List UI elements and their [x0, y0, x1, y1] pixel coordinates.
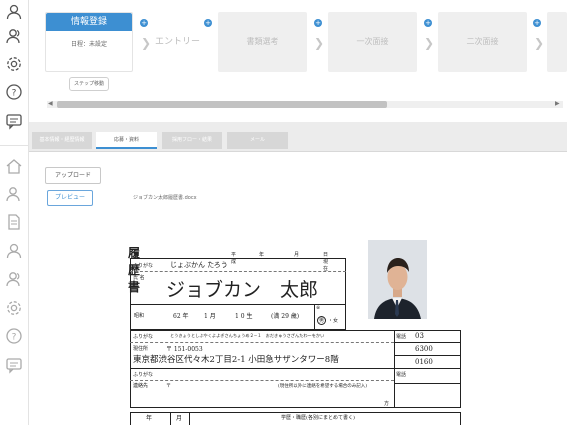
- history-year-header: 年: [146, 415, 153, 422]
- sex-label: ※: [316, 305, 321, 311]
- applicant-detail-screen: ? ? 情報登録 日程：未設定 + ❯ エントリー + 書類選考 + ❯ 一次面…: [0, 0, 567, 425]
- divider: [130, 342, 394, 343]
- history-header: 学歴・職歴(各別にまとめて書く): [281, 415, 355, 421]
- step-first-interview[interactable]: 一次面接: [328, 12, 417, 72]
- step-card-partial[interactable]: [547, 12, 567, 72]
- contact-suffix: 方: [384, 401, 390, 407]
- step-entry[interactable]: エントリー: [155, 12, 200, 72]
- gear-icon[interactable]: [5, 299, 23, 317]
- selection-stepper: 情報登録 日程：未設定 + ❯ エントリー + 書類選考 + ❯ 一次面接 + …: [29, 0, 567, 122]
- address-furigana-label: ふりがな: [133, 334, 154, 340]
- contact-note: (現住所以外に連絡を希望する場合のみ記入): [278, 384, 368, 389]
- chat-icon[interactable]: [5, 356, 23, 374]
- uploaded-file-name[interactable]: ジョブカン太郎履歴書.docx: [133, 194, 197, 201]
- help-icon[interactable]: ?: [5, 327, 23, 345]
- chat-icon[interactable]: [5, 112, 23, 130]
- step-card-info-registration[interactable]: 情報登録 日程：未設定: [45, 12, 133, 72]
- birth-day: 1 0 生: [235, 313, 253, 320]
- tab-mail[interactable]: メール: [227, 132, 288, 149]
- tab-application-docs[interactable]: 応募・資料: [96, 132, 157, 149]
- birth-month: 1 月: [204, 313, 216, 320]
- step-label: 二次面接: [466, 37, 499, 46]
- address-label: 現住所: [133, 346, 149, 352]
- history-month-header: 月: [176, 415, 183, 422]
- sidebar-divider: [0, 145, 29, 146]
- home-icon[interactable]: [5, 157, 23, 175]
- phone-part-2: 6300: [415, 345, 433, 353]
- applicant-name: ジョブカン 太郎: [166, 279, 319, 301]
- add-step-icon[interactable]: +: [424, 19, 432, 27]
- add-step-icon[interactable]: +: [533, 19, 541, 27]
- address-furigana-value: とうきょうとしぶやくよよぎさんちょうめ２−１ おだきゅうさざんたわーをかい: [170, 333, 325, 338]
- preview-button[interactable]: プレビュー: [47, 190, 93, 206]
- help-icon[interactable]: ?: [5, 83, 23, 101]
- date-year: 年: [259, 252, 265, 258]
- user-icon[interactable]: [5, 242, 23, 260]
- step-document-screening[interactable]: 書類選考: [218, 12, 307, 72]
- left-sidebar: ? ?: [0, 0, 29, 425]
- phone-label: 電話: [396, 334, 407, 340]
- divider: [394, 355, 461, 356]
- add-step-icon[interactable]: +: [204, 19, 212, 27]
- sex-male: 男: [317, 316, 327, 325]
- step-second-interview[interactable]: 二次面接: [438, 12, 527, 72]
- add-step-icon[interactable]: +: [140, 19, 148, 27]
- document-icon[interactable]: [5, 213, 23, 231]
- divider: [314, 304, 315, 330]
- gear-icon[interactable]: [5, 55, 23, 73]
- phone-part-3: 0160: [415, 358, 433, 366]
- add-step-icon[interactable]: +: [314, 19, 322, 27]
- contact-phone-label: 電話: [396, 372, 407, 378]
- postal-code: 〒 151-0053: [166, 346, 203, 353]
- tab-hiring-flow[interactable]: 採用フロー・結果: [162, 132, 222, 149]
- divider: [394, 342, 461, 343]
- divider: [394, 383, 461, 384]
- birth-year: 62 年: [173, 313, 189, 320]
- divider: [130, 271, 346, 272]
- users-icon[interactable]: [5, 27, 23, 45]
- contact-label: 連絡先: [133, 383, 149, 389]
- contact-postal: 〒: [166, 383, 172, 389]
- step-active-title: 情報登録: [46, 13, 132, 31]
- divider: [189, 412, 190, 425]
- step-label: 書類選考: [246, 37, 279, 46]
- sex-female: ・女: [328, 318, 339, 324]
- users-icon[interactable]: [5, 185, 23, 203]
- address-value: 東京都渋谷区代々木2丁目2-1 小田急サザンタワー8階: [133, 355, 339, 365]
- scrollbar-thumb[interactable]: [57, 101, 387, 108]
- chevron-right-icon: ❯: [314, 36, 325, 50]
- step-label: 一次面接: [356, 37, 389, 46]
- date-month: 月: [294, 252, 300, 258]
- name-label: 氏 名: [133, 275, 145, 281]
- upload-button[interactable]: アップロード: [45, 167, 101, 184]
- applicant-photo: [368, 240, 427, 319]
- user-icon[interactable]: [5, 3, 23, 21]
- scroll-left-icon[interactable]: ◀: [48, 100, 53, 107]
- age: (満 29 歳): [271, 313, 300, 320]
- svg-text:?: ?: [12, 333, 17, 343]
- phone-part-1: 03: [415, 332, 424, 340]
- tab-basic-info[interactable]: 基本情報・経歴情報: [32, 132, 92, 149]
- scroll-right-icon[interactable]: ▶: [555, 100, 560, 107]
- svg-text:?: ?: [12, 89, 17, 99]
- furigana-value: じょぶかん たろう: [170, 261, 228, 269]
- furigana-label: ふりがな: [133, 263, 154, 269]
- chevron-right-icon: ❯: [534, 36, 545, 50]
- step-move-button[interactable]: ステップ移動: [69, 77, 109, 91]
- chevron-right-icon: ❯: [141, 36, 152, 50]
- divider: [130, 380, 394, 381]
- chevron-right-icon: ❯: [424, 36, 435, 50]
- divider: [170, 412, 171, 425]
- divider: [130, 368, 461, 369]
- contact-furigana-label: ふりがな: [133, 372, 154, 378]
- birth-era: 昭和: [134, 313, 145, 319]
- step-active-status: 日程：未設定: [70, 41, 107, 48]
- users-icon[interactable]: [5, 270, 23, 288]
- detail-tabs: 基本情報・経歴情報 応募・資料 採用フロー・結果 メール: [29, 122, 567, 152]
